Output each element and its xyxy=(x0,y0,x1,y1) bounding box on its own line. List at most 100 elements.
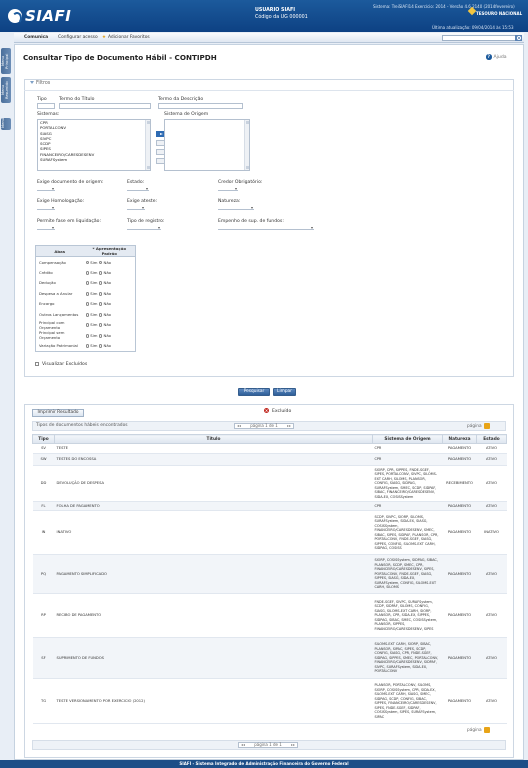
excluido-icon: × xyxy=(264,408,269,413)
table-row[interactable]: FL FOLHA DE PAGAMENTO CPR PAGAMENTO ATIVO xyxy=(32,501,507,511)
nao-label: Não xyxy=(103,343,111,348)
visualizar-excluidos-checkbox[interactable] xyxy=(35,362,39,366)
table-row[interactable]: TG TESTE VERSIONAMENTO POR EXERCICIO (201… xyxy=(32,678,507,724)
nao-label: Não xyxy=(103,259,111,265)
nao-radio[interactable] xyxy=(98,260,103,265)
tab-comunica[interactable]: Comunica xyxy=(24,35,48,40)
search-icon[interactable] xyxy=(515,34,522,41)
sim-label: Sim xyxy=(90,280,98,286)
exige-ateste-select[interactable] xyxy=(127,205,145,210)
exige-doc-label: Exige documento de origem: xyxy=(37,180,104,185)
origem-scrollbar[interactable] xyxy=(244,120,249,170)
termo-descricao-input[interactable] xyxy=(158,103,243,109)
cell-tipo[interactable]: SV xyxy=(32,443,55,454)
sim-radio[interactable] xyxy=(85,291,90,296)
sim-radio[interactable] xyxy=(85,260,90,265)
col-natureza[interactable]: Natureza xyxy=(442,434,477,444)
table-row[interactable]: SV TESTE CPR PAGAMENTO ATIVO xyxy=(32,443,507,454)
table-row[interactable]: RP RECIBO DE PAGAMENTO FNDE-SGEF, SIVPC, S… xyxy=(32,593,507,638)
table-row[interactable]: SW TESTES DO ENCOSSA CPR PAGAMENTO ATIVO xyxy=(32,453,507,466)
sistemas-listbox[interactable]: CPR PORTALCONV SIASG SIVPC SCDP SIPES FI… xyxy=(37,119,151,171)
apresentacao-header: * Apresentação Padrão xyxy=(83,245,136,257)
sim-label: Sim xyxy=(90,343,98,348)
sim-radio[interactable] xyxy=(85,323,90,328)
col-titulo[interactable]: Título xyxy=(54,434,373,444)
limpar-button[interactable]: Limpar xyxy=(273,388,296,396)
col-sistema-origem[interactable]: Sistema de Origem xyxy=(372,434,443,444)
cell-sistema-origem: CPR xyxy=(372,453,443,466)
nao-radio[interactable] xyxy=(98,323,103,328)
imprimir-resultado-button[interactable]: Imprimir Resultado xyxy=(32,409,84,417)
credor-select[interactable] xyxy=(218,186,238,191)
side-tab-menu-principal[interactable]: Menu Principal xyxy=(1,48,11,74)
natureza-label: Natureza: xyxy=(218,199,241,204)
natureza-select[interactable] xyxy=(218,205,254,210)
sim-radio[interactable] xyxy=(85,312,90,317)
origem-listbox[interactable] xyxy=(164,119,250,171)
page-go-icon[interactable] xyxy=(484,727,490,733)
cell-estado: INATIVO xyxy=(476,510,507,555)
siafi-logo[interactable]: SIAFI xyxy=(8,7,71,25)
help-link[interactable]: ? Ajuda xyxy=(486,54,507,60)
origem-label: Sistema de Origem xyxy=(164,112,209,117)
tab-adicionar-favoritos[interactable]: ★ Adicionar Favoritos xyxy=(102,35,150,40)
page-go-icon[interactable] xyxy=(484,423,490,429)
exige-doc-select[interactable] xyxy=(37,186,55,191)
col-tipo[interactable]: Tipo xyxy=(32,434,55,444)
cell-tipo[interactable]: TG xyxy=(32,678,55,724)
cell-tipo[interactable]: RP xyxy=(32,593,55,638)
search-input[interactable] xyxy=(442,34,522,41)
sim-radio[interactable] xyxy=(85,344,90,348)
nao-radio[interactable] xyxy=(98,270,103,275)
cell-tipo[interactable]: SW xyxy=(32,453,55,466)
pesquisar-button[interactable]: Pesquisar xyxy=(238,388,270,396)
sistemas-scrollbar[interactable] xyxy=(145,120,150,170)
pager-next-icon[interactable]: ▸▸ xyxy=(287,423,291,429)
pager-bottom[interactable]: ◂◂ página 1 de 1 ▸▸ xyxy=(238,742,298,748)
pager-prev-icon[interactable]: ◂◂ xyxy=(237,423,241,429)
pager-prev-icon[interactable]: ◂◂ xyxy=(241,742,245,748)
col-estado[interactable]: Estado xyxy=(476,434,507,444)
tipo-input[interactable] xyxy=(37,103,55,109)
side-tab-menu-resumido[interactable]: Menu Resumido xyxy=(1,77,11,103)
table-row[interactable]: SF SUPRIMENTO DE FUNDOS SILOMS-EXT CARH, S… xyxy=(32,637,507,679)
table-row[interactable]: DD DEVOLUÇÃO DE DESPESA SIORP, CPR, SIPPES… xyxy=(32,465,507,502)
pager-top[interactable]: ◂◂ página 1 de 1 ▸▸ xyxy=(234,423,294,429)
cell-tipo[interactable]: FL xyxy=(32,501,55,511)
table-row[interactable]: PQ PAGAMENTO SIMPLIFICADO SIORP, COSISSyst… xyxy=(32,554,507,594)
fase-select[interactable] xyxy=(37,225,55,230)
side-tab-menu[interactable]: Menu xyxy=(1,118,11,130)
nao-radio[interactable] xyxy=(98,333,103,338)
cell-titulo: FOLHA DE PAGAMENTO xyxy=(54,501,373,511)
cell-sistema-origem: SIORP, COSISSystem, SIDPAG, SIBAC, PLANS… xyxy=(372,554,443,594)
app-footer: SIAFI - Sistema Integrado de Administraç… xyxy=(0,760,528,768)
cell-tipo[interactable]: SF xyxy=(32,637,55,679)
tipo-registro-select[interactable] xyxy=(127,225,161,230)
sim-radio[interactable] xyxy=(85,281,90,286)
nao-radio[interactable] xyxy=(98,344,103,348)
sim-radio[interactable] xyxy=(85,302,90,307)
nao-radio[interactable] xyxy=(98,312,103,317)
sistema-option[interactable]: SURAFSystem xyxy=(38,157,150,162)
nao-radio[interactable] xyxy=(98,281,103,286)
cell-natureza: PAGAMENTO xyxy=(442,593,477,638)
sim-label: Sim xyxy=(90,290,98,296)
nao-radio[interactable] xyxy=(98,302,103,307)
nao-radio[interactable] xyxy=(98,291,103,296)
empenho-select[interactable] xyxy=(218,225,314,230)
sim-radio[interactable] xyxy=(85,270,90,275)
cell-tipo[interactable]: PQ xyxy=(32,554,55,594)
cell-tipo[interactable]: IN xyxy=(32,510,55,555)
cell-tipo[interactable]: DD xyxy=(32,465,55,502)
cell-titulo: DEVOLUÇÃO DE DESPESA xyxy=(54,465,373,502)
termo-titulo-input[interactable] xyxy=(59,103,151,109)
sim-radio[interactable] xyxy=(85,333,90,338)
filter-section-toggle[interactable]: Filtros xyxy=(30,81,50,86)
estado-select[interactable] xyxy=(127,186,149,191)
table-row[interactable]: IN INATIVO SCDP, SIVPC, SIORP, SILOMS, SUR… xyxy=(32,510,507,555)
exige-hom-select[interactable] xyxy=(37,205,55,210)
results-caption: Tipos de documentos hábeis encontrados xyxy=(36,423,128,428)
tab-configurar-acesso[interactable]: Configurar acesso xyxy=(58,35,98,40)
aba-label: Principal com Orçamento xyxy=(39,319,65,330)
pager-next-icon[interactable]: ▸▸ xyxy=(291,742,295,748)
